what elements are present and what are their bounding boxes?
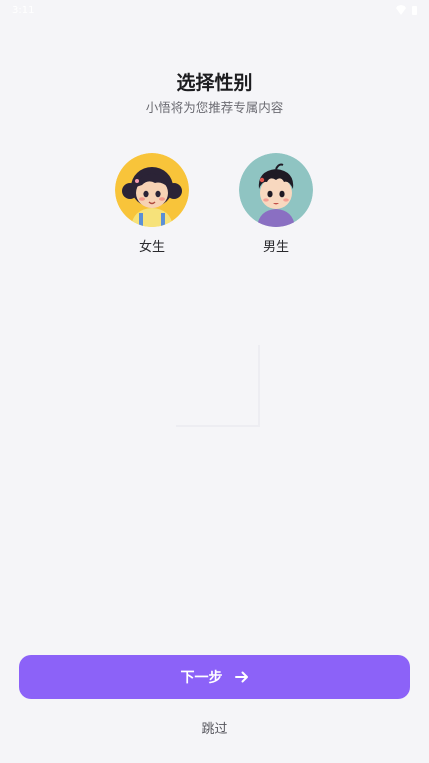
status-bar: 3:11 bbox=[0, 0, 429, 20]
background-watermark bbox=[176, 345, 260, 427]
skip-link[interactable]: 跳过 bbox=[0, 718, 429, 737]
option-female[interactable]: 女生 bbox=[115, 153, 189, 255]
girl-avatar-icon bbox=[115, 153, 189, 227]
status-icons bbox=[396, 5, 417, 15]
next-button[interactable]: 下一步 bbox=[19, 655, 410, 699]
status-time: 3:11 bbox=[12, 4, 35, 16]
option-female-label: 女生 bbox=[138, 240, 165, 255]
option-male-label: 男生 bbox=[262, 240, 289, 255]
battery-icon bbox=[412, 5, 417, 15]
wifi-icon bbox=[396, 5, 406, 15]
arrow-right-icon bbox=[234, 671, 249, 683]
page-title: 选择性别 bbox=[176, 72, 253, 94]
option-male[interactable]: 男生 bbox=[239, 153, 313, 255]
gender-select-screen: 3:11 选择性别 小悟将为您推荐专属内容 女生 男生 下一步 跳过 bbox=[0, 0, 429, 763]
boy-avatar-icon bbox=[239, 153, 313, 227]
next-button-label: 下一步 bbox=[180, 670, 223, 686]
page-subtitle: 小悟将为您推荐专属内容 bbox=[145, 100, 284, 115]
